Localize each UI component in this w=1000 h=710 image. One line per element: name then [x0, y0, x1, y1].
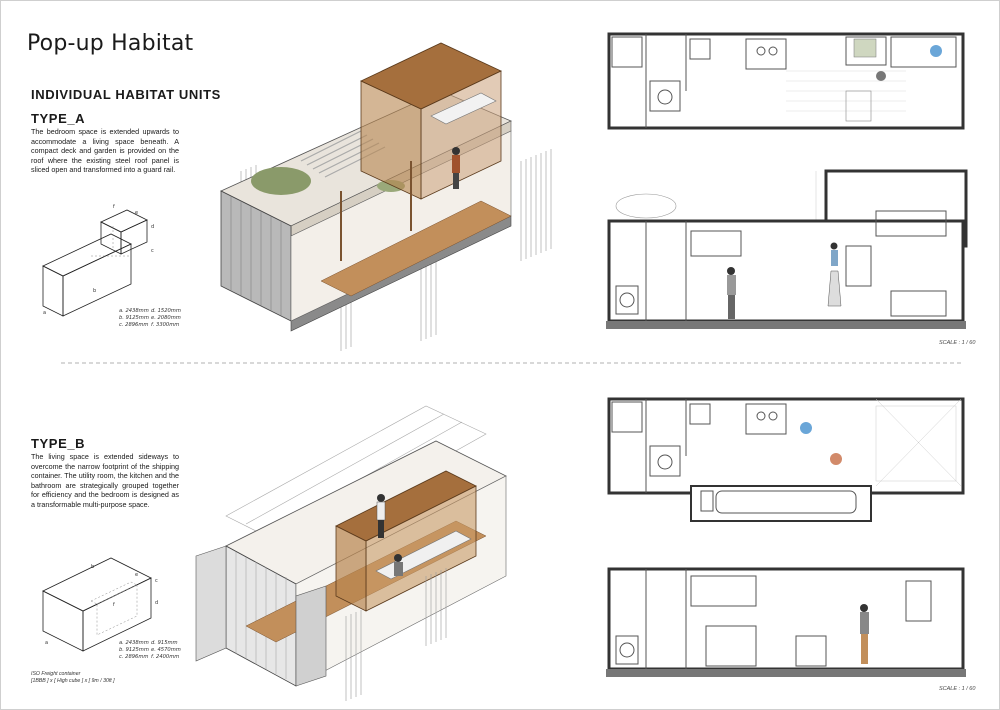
- board-title: Pop-up Habitat: [27, 31, 194, 56]
- label-d: d: [155, 600, 158, 606]
- type-b-section: [606, 567, 966, 677]
- type-b-dimension-box: a b c d e f: [42, 557, 158, 652]
- label-a: a: [43, 310, 46, 316]
- label-e: e: [135, 572, 138, 578]
- type-b-dims-right: d. 915mm e. 4570mm f. 2400mm: [151, 640, 181, 660]
- label-b: b: [93, 288, 96, 294]
- label-c: c: [155, 578, 158, 584]
- iso-container-note: ISO Freight container [1BBB ] x [ High cu…: [31, 671, 115, 684]
- type-b-description: The living space is extended sideways to…: [31, 452, 179, 509]
- type-b-axonometric: [195, 405, 507, 701]
- label-b: b: [91, 564, 94, 570]
- type-a-description: The bedroom space is extended upwards to…: [31, 127, 179, 175]
- type-b-scale: SCALE : 1 / 60: [939, 686, 976, 692]
- type-b-floor-plan: [607, 397, 965, 522]
- type-a-heading: TYPE_A: [31, 111, 86, 126]
- type-a-axonometric: [220, 42, 552, 351]
- label-a: a: [45, 640, 48, 646]
- label-d: d: [151, 224, 154, 230]
- type-a-section: [606, 169, 968, 329]
- type-a-dimension-box: a b c d e f: [42, 204, 154, 317]
- label-f: f: [113, 204, 115, 210]
- type-a-scale: SCALE : 1 / 60: [939, 340, 976, 346]
- label-f: f: [113, 602, 115, 608]
- label-c: c: [151, 248, 154, 254]
- section-heading: INDIVIDUAL HABITAT UNITS: [31, 87, 221, 102]
- type-b-heading: TYPE_B: [31, 436, 86, 451]
- type-a-floor-plan: [607, 32, 965, 130]
- type-a-dims-right: d. 1520mm e. 2080mm f. 3300mm: [151, 308, 181, 328]
- type-b-dims-left: a. 2438mm b. 9125mm c. 2896mm: [119, 640, 149, 660]
- section-divider: [61, 362, 961, 364]
- presentation-board: Pop-up Habitat INDIVIDUAL HABITAT UNITS …: [0, 0, 1000, 710]
- type-a-dims-left: a. 2438mm b. 9125mm c. 2896mm: [119, 308, 149, 328]
- label-e: e: [135, 210, 138, 216]
